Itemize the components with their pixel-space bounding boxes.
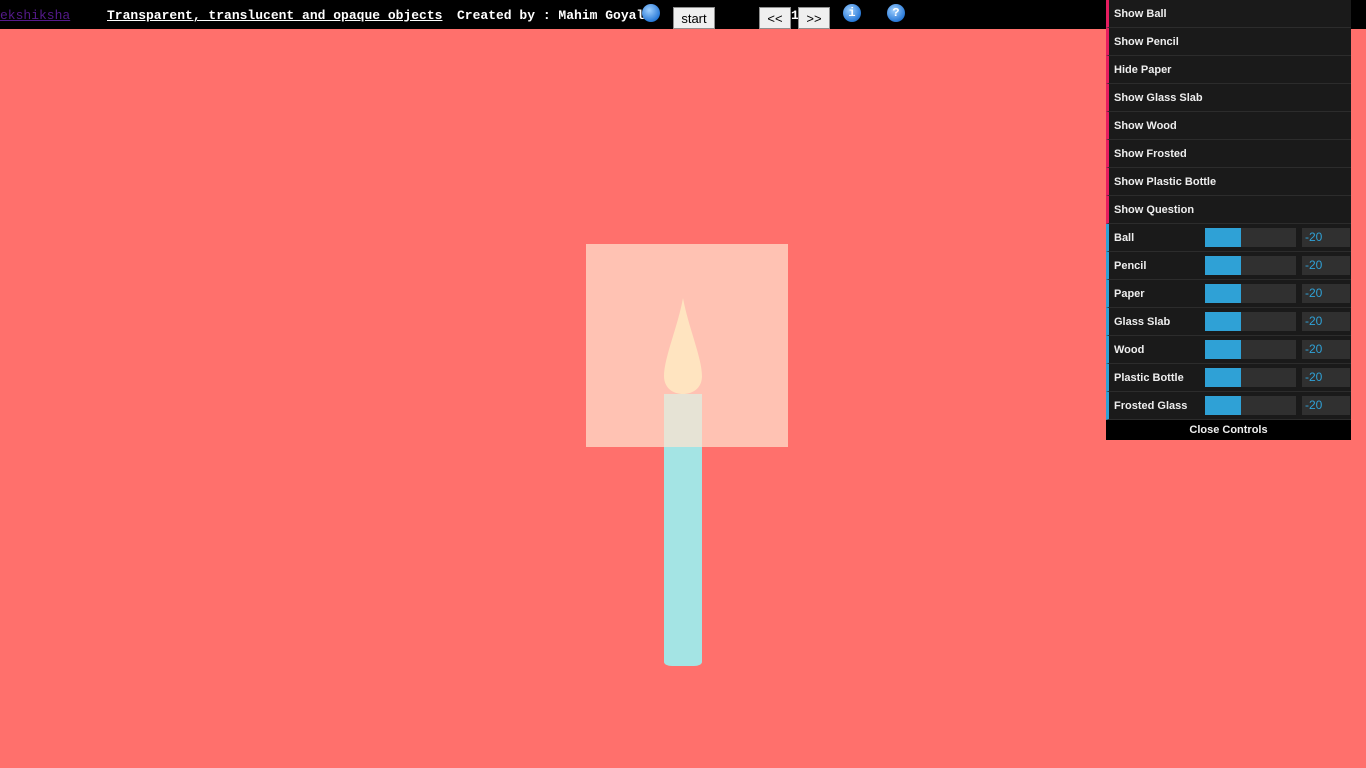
control-button-show-question[interactable]: Show Question: [1106, 196, 1351, 224]
paper-slider[interactable]: [1205, 284, 1296, 303]
slider-row-paper: Paper -20: [1106, 280, 1351, 308]
control-button-show-pencil[interactable]: Show Pencil: [1106, 28, 1351, 56]
pencil-value-input[interactable]: -20: [1302, 256, 1350, 275]
author-credit: Created by : Mahim Goyal: [457, 8, 645, 23]
slider-fill: [1205, 228, 1242, 247]
slider-fill: [1205, 312, 1242, 331]
slider-label: Wood: [1114, 343, 1145, 356]
paper-sheet: [586, 244, 788, 447]
slider-fill: [1205, 396, 1242, 415]
slider-fill: [1205, 368, 1242, 387]
slider-label: Plastic Bottle: [1114, 371, 1184, 384]
slider-fill: [1205, 284, 1242, 303]
slider-label: Frosted Glass: [1114, 399, 1188, 412]
ball-slider[interactable]: [1205, 228, 1296, 247]
frosted-glass-slider[interactable]: [1205, 396, 1296, 415]
control-button-show-frosted[interactable]: Show Frosted: [1106, 140, 1351, 168]
start-button[interactable]: start: [673, 7, 715, 29]
slider-row-plastic-bottle: Plastic Bottle -20: [1106, 364, 1351, 392]
slider-row-pencil: Pencil -20: [1106, 252, 1351, 280]
slider-row-wood: Wood -20: [1106, 336, 1351, 364]
previous-button[interactable]: <<: [759, 7, 791, 29]
info-icon[interactable]: i: [843, 4, 861, 22]
slider-label: Ball: [1114, 231, 1135, 244]
controls-panel: Show Ball Show Pencil Hide Paper Show Glass…: [1106, 0, 1351, 440]
slider-row-glass-slab: Glass Slab -20: [1106, 308, 1351, 336]
pencil-slider[interactable]: [1205, 256, 1296, 275]
ball-value-input[interactable]: -20: [1302, 228, 1350, 247]
wood-value-input[interactable]: -20: [1302, 340, 1350, 359]
control-button-show-wood[interactable]: Show Wood: [1106, 112, 1351, 140]
page-number: 1: [791, 8, 799, 23]
slider-label: Pencil: [1114, 259, 1147, 272]
wood-slider[interactable]: [1205, 340, 1296, 359]
slider-label: Paper: [1114, 287, 1145, 300]
close-controls-button[interactable]: Close Controls: [1106, 420, 1351, 440]
plastic-bottle-value-input[interactable]: -20: [1302, 368, 1350, 387]
control-button-hide-paper[interactable]: Hide Paper: [1106, 56, 1351, 84]
globe-icon[interactable]: [642, 4, 660, 22]
control-button-show-plastic-bottle[interactable]: Show Plastic Bottle: [1106, 168, 1351, 196]
slider-row-frosted-glass: Frosted Glass -20: [1106, 392, 1351, 420]
slider-fill: [1205, 340, 1242, 359]
slider-fill: [1205, 256, 1242, 275]
next-button[interactable]: >>: [798, 7, 830, 29]
glass-slab-slider[interactable]: [1205, 312, 1296, 331]
plastic-bottle-slider[interactable]: [1205, 368, 1296, 387]
paper-value-input[interactable]: -20: [1302, 284, 1350, 303]
frosted-glass-value-input[interactable]: -20: [1302, 396, 1350, 415]
brand-link[interactable]: ekshiksha: [0, 8, 70, 23]
help-icon[interactable]: ?: [887, 4, 905, 22]
slider-row-ball: Ball -20: [1106, 224, 1351, 252]
control-button-show-glass-slab[interactable]: Show Glass Slab: [1106, 84, 1351, 112]
glass-slab-value-input[interactable]: -20: [1302, 312, 1350, 331]
control-button-show-ball[interactable]: Show Ball: [1106, 0, 1351, 28]
title-link[interactable]: Transparent, translucent and opaque obje…: [107, 8, 442, 23]
slider-label: Glass Slab: [1114, 315, 1171, 328]
